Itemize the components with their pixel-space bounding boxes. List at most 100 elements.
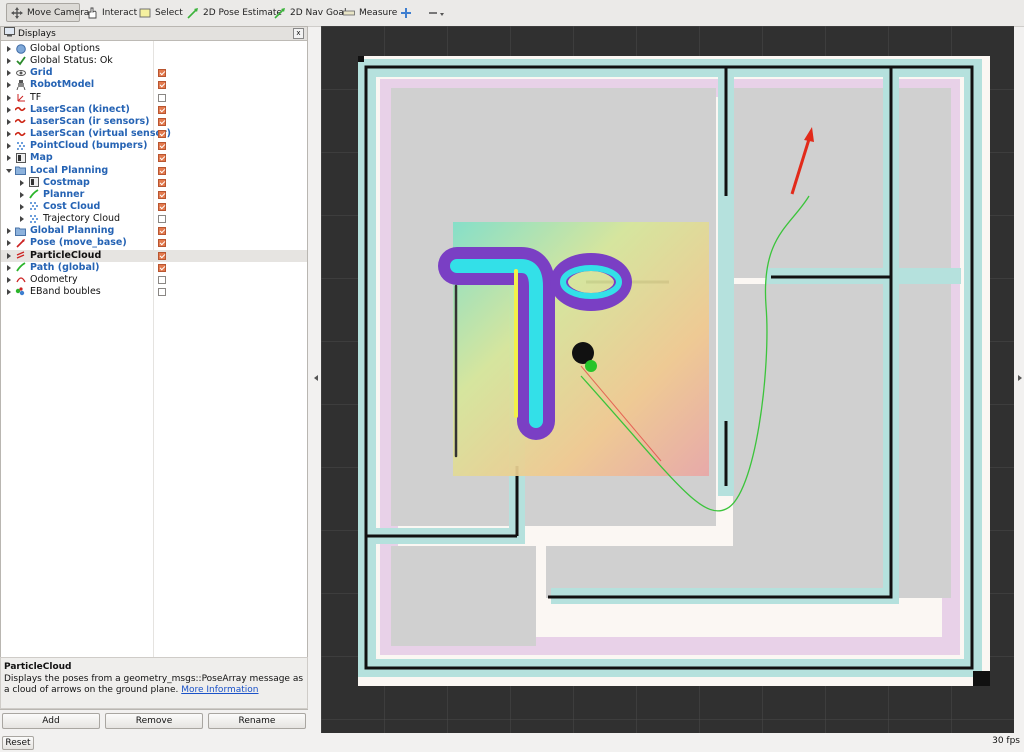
expand-arrow-icon[interactable] (7, 58, 11, 65)
map-corner-marker (973, 671, 990, 686)
enable-checkbox[interactable] (158, 142, 166, 151)
enable-checkbox[interactable] (158, 263, 166, 272)
display-item-path-global[interactable]: Path (global) (1, 262, 307, 274)
enable-checkbox[interactable] (158, 202, 166, 211)
expand-arrow-icon[interactable] (7, 240, 11, 247)
move-camera-button[interactable]: Move Camera (6, 3, 89, 22)
enable-checkbox[interactable] (158, 251, 166, 260)
display-item-pose-move-base[interactable]: Pose (move_base) (1, 237, 307, 249)
enable-checkbox[interactable] (158, 105, 166, 114)
display-item-local-planning[interactable]: Local Planning (1, 165, 307, 177)
display-item-label: Pose (move_base) (30, 237, 127, 249)
display-item-robotmodel[interactable]: RobotModel (1, 79, 307, 91)
display-item-label: EBand boubles (30, 286, 101, 297)
display-item-global-options[interactable]: Global Options (1, 43, 307, 55)
display-item-tf[interactable]: TF (1, 92, 307, 104)
display-item-pointcloud-bumpers[interactable]: PointCloud (bumpers) (1, 140, 307, 152)
more-information-link[interactable]: More Information (181, 685, 258, 695)
display-item-costmap[interactable]: Costmap (1, 177, 307, 189)
display-item-laserscan-kinect[interactable]: LaserScan (kinect) (1, 104, 307, 116)
toolbar: Move Camera Interact Select 2D Pose Esti… (0, 0, 1024, 27)
expand-arrow-icon[interactable] (7, 131, 11, 138)
expand-arrow-icon[interactable] (20, 191, 24, 198)
tb-label: Measure (359, 7, 398, 18)
enable-checkbox[interactable] (158, 190, 166, 199)
close-icon[interactable]: x (293, 28, 304, 39)
expand-arrow-icon[interactable] (20, 216, 24, 223)
select-icon (139, 7, 151, 19)
render-viewport[interactable] (321, 26, 1014, 733)
enable-checkbox[interactable] (158, 288, 166, 296)
display-item-laserscan-ir-sensors[interactable]: LaserScan (ir sensors) (1, 116, 307, 128)
display-item-particlecloud[interactable]: ParticleCloud (1, 249, 307, 262)
enable-checkbox[interactable] (158, 81, 166, 90)
minus-dropdown-icon (428, 7, 446, 19)
collapse-left-handle[interactable] (314, 375, 318, 381)
expand-arrow-icon[interactable] (7, 70, 11, 77)
expand-arrow-icon[interactable] (7, 276, 11, 283)
expand-arrow-icon[interactable] (7, 143, 11, 150)
enable-checkbox[interactable] (158, 117, 166, 126)
enable-checkbox[interactable] (158, 69, 166, 78)
expand-arrow-icon[interactable] (7, 46, 11, 52)
tb-label: Select (155, 7, 183, 18)
enable-checkbox[interactable] (158, 93, 166, 102)
rename-button[interactable]: Rename (208, 713, 306, 729)
panel-title: Displays (18, 28, 56, 39)
expand-arrow-icon[interactable] (7, 155, 11, 162)
display-tree: Global Options Global Status: Ok Grid Robot… (1, 41, 307, 661)
expand-arrow-icon[interactable] (7, 118, 11, 125)
expand-arrow-icon[interactable] (7, 106, 11, 113)
enable-checkbox[interactable] (158, 239, 166, 248)
display-item-eband-boubles[interactable]: EBand boubles (1, 286, 307, 298)
robot-icon (15, 79, 26, 90)
expand-arrow-icon[interactable] (7, 264, 11, 271)
remove-tool-dropdown[interactable] (424, 3, 450, 22)
reset-button[interactable]: Reset (2, 736, 34, 750)
collapse-arrow-icon[interactable] (6, 168, 12, 173)
room-bottom-left (391, 546, 536, 646)
expand-arrow-icon[interactable] (7, 94, 11, 101)
enable-checkbox[interactable] (158, 154, 166, 163)
map-icon (15, 152, 26, 163)
display-item-trajectory-cloud[interactable]: Trajectory Cloud (1, 213, 307, 225)
globe-icon (15, 43, 26, 54)
interact-button[interactable]: Interact (82, 3, 141, 22)
folder-icon (15, 165, 26, 176)
room-right (733, 284, 951, 564)
expand-arrow-icon[interactable] (7, 289, 11, 295)
expand-arrow-icon[interactable] (20, 203, 24, 210)
expand-arrow-icon[interactable] (7, 252, 11, 259)
display-item-cost-cloud[interactable]: Cost Cloud (1, 201, 307, 213)
display-item-global-status-ok[interactable]: Global Status: Ok (1, 55, 307, 67)
add-tool-button[interactable] (396, 3, 416, 22)
display-item-planner[interactable]: Planner (1, 189, 307, 201)
enable-checkbox[interactable] (158, 166, 166, 175)
display-item-grid[interactable]: Grid (1, 67, 307, 79)
enable-checkbox[interactable] (158, 275, 166, 284)
add-button[interactable]: Add (2, 713, 100, 729)
display-item-global-planning[interactable]: Global Planning (1, 225, 307, 237)
measure-button[interactable]: Measure (339, 3, 401, 22)
select-button[interactable]: Select (135, 3, 187, 22)
display-item-odometry[interactable]: Odometry (1, 274, 307, 286)
display-item-laserscan-virtual-sensor[interactable]: LaserScan (virtual sensor) (1, 128, 307, 140)
display-item-label: Grid (30, 67, 53, 79)
display-item-map[interactable]: Map (1, 152, 307, 164)
map-icon (28, 177, 39, 188)
expand-arrow-icon[interactable] (20, 179, 24, 186)
pointcloud-icon (28, 201, 39, 212)
enable-checkbox[interactable] (158, 215, 166, 224)
collapse-right-handle[interactable] (1018, 375, 1022, 381)
remove-button[interactable]: Remove (105, 713, 203, 729)
expand-arrow-icon[interactable] (7, 228, 11, 235)
enable-checkbox[interactable] (158, 227, 166, 236)
enable-checkbox[interactable] (158, 178, 166, 187)
grid-icon (15, 67, 26, 78)
expand-arrow-icon[interactable] (7, 82, 11, 89)
tf-icon (15, 92, 26, 103)
display-item-label: LaserScan (virtual sensor) (30, 128, 172, 140)
display-item-label: Planner (43, 188, 85, 200)
display-item-label: Map (30, 152, 53, 164)
enable-checkbox[interactable] (158, 130, 166, 139)
